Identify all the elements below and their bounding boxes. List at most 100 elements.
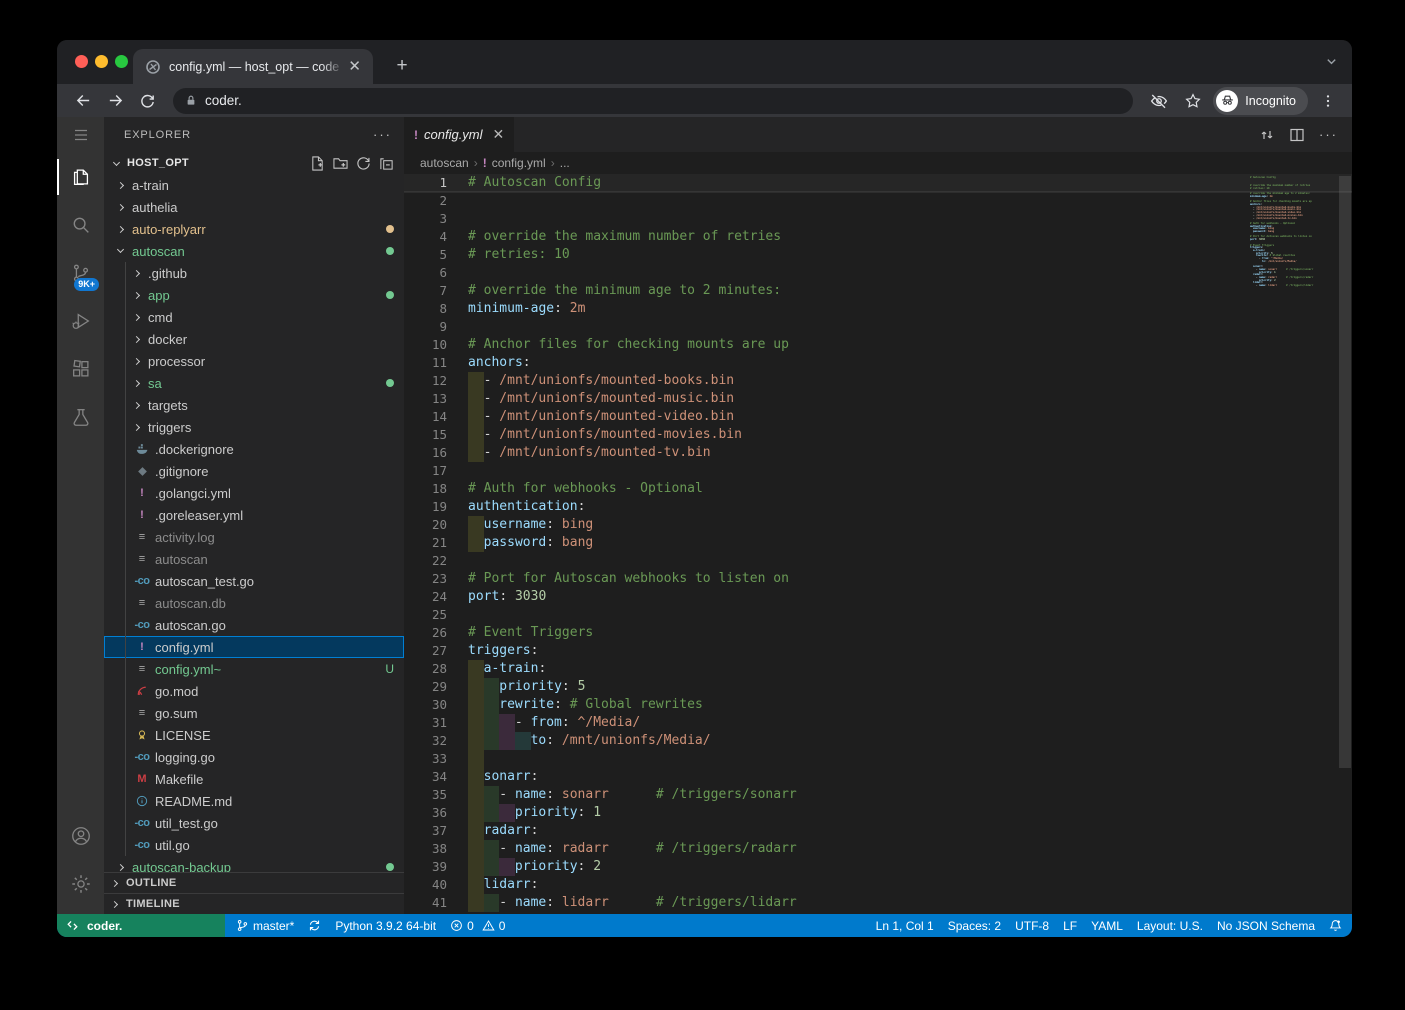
search-activity-icon[interactable] — [57, 201, 104, 249]
tree-item-autoscan[interactable]: autoscan — [104, 240, 404, 262]
open-changes-icon[interactable] — [1259, 127, 1275, 143]
code-line-18[interactable]: 18# Auth for webhooks - Optional — [404, 480, 1352, 498]
explorer-more-actions-icon[interactable]: ··· — [373, 127, 392, 142]
tree-item--golangci-yml[interactable]: !.golangci.yml — [104, 482, 404, 504]
workspace-root-row[interactable]: HOST_OPT — [104, 152, 404, 174]
code-line-26[interactable]: 26# Event Triggers — [404, 624, 1352, 642]
breadcrumb-file[interactable]: config.yml — [492, 156, 546, 170]
code-editor[interactable]: 1# Autoscan Config234# override the maxi… — [404, 174, 1352, 914]
code-line-35[interactable]: 35- name: sonarr # /triggers/sonarr — [404, 786, 1352, 804]
code-line-36[interactable]: 36priority: 1 — [404, 804, 1352, 822]
macos-minimize-button[interactable] — [95, 55, 108, 68]
code-line-19[interactable]: 19authentication: — [404, 498, 1352, 516]
code-line-4[interactable]: 4# override the maximum number of retrie… — [404, 228, 1352, 246]
code-line-24[interactable]: 24port: 3030 — [404, 588, 1352, 606]
extensions-activity-icon[interactable] — [57, 345, 104, 393]
encoding-status[interactable]: UTF-8 — [1008, 914, 1056, 937]
code-line-31[interactable]: 31- from: ^/Media/ — [404, 714, 1352, 732]
tree-item-authelia[interactable]: authelia — [104, 196, 404, 218]
remote-indicator[interactable]: coder. — [57, 914, 225, 937]
breadcrumb-more[interactable]: ... — [560, 156, 570, 170]
keyboard-layout-status[interactable]: Layout: U.S. — [1130, 914, 1210, 937]
code-line-1[interactable]: 1# Autoscan Config — [404, 174, 1352, 192]
tree-item-util-test-go[interactable]: -coutil_test.go — [104, 812, 404, 834]
browser-menu-icon[interactable] — [1314, 87, 1342, 115]
tree-item-readme-md[interactable]: README.md — [104, 790, 404, 812]
tree-item-app[interactable]: app — [104, 284, 404, 306]
eol-status[interactable]: LF — [1056, 914, 1084, 937]
breadcrumb-folder[interactable]: autoscan — [420, 156, 469, 170]
code-line-3[interactable]: 3 — [404, 210, 1352, 228]
code-line-6[interactable]: 6 — [404, 264, 1352, 282]
code-line-22[interactable]: 22 — [404, 552, 1352, 570]
code-line-21[interactable]: 21password: bang — [404, 534, 1352, 552]
problems-status[interactable]: 0 0 — [443, 914, 512, 937]
split-editor-icon[interactable] — [1289, 127, 1305, 143]
code-line-32[interactable]: 32to: /mnt/unionfs/Media/ — [404, 732, 1352, 750]
tree-item-autoscan[interactable]: ≡autoscan — [104, 548, 404, 570]
code-line-25[interactable]: 25 — [404, 606, 1352, 624]
incognito-badge[interactable]: Incognito — [1213, 87, 1308, 115]
tree-item-cmd[interactable]: cmd — [104, 306, 404, 328]
reload-button[interactable] — [133, 87, 161, 115]
code-line-23[interactable]: 23# Port for Autoscan webhooks to listen… — [404, 570, 1352, 588]
code-line-37[interactable]: 37radarr: — [404, 822, 1352, 840]
code-line-38[interactable]: 38- name: radarr # /triggers/radarr — [404, 840, 1352, 858]
editor-scrollbar[interactable] — [1338, 174, 1352, 914]
code-line-29[interactable]: 29priority: 5 — [404, 678, 1352, 696]
code-line-14[interactable]: 14- /mnt/unionfs/mounted-video.bin — [404, 408, 1352, 426]
tree-item--github[interactable]: .github — [104, 262, 404, 284]
tree-item-go-mod[interactable]: go.mod — [104, 680, 404, 702]
code-line-27[interactable]: 27triggers: — [404, 642, 1352, 660]
code-line-2[interactable]: 2 — [404, 192, 1352, 210]
scrollbar-slider[interactable] — [1339, 176, 1351, 768]
tree-item-makefile[interactable]: MMakefile — [104, 768, 404, 790]
code-line-8[interactable]: 8minimum-age: 2m — [404, 300, 1352, 318]
code-line-16[interactable]: 16- /mnt/unionfs/mounted-tv.bin — [404, 444, 1352, 462]
tree-item-autoscan-test-go[interactable]: -coautoscan_test.go — [104, 570, 404, 592]
code-line-5[interactable]: 5# retries: 10 — [404, 246, 1352, 264]
tree-item-license[interactable]: LICENSE — [104, 724, 404, 746]
outline-section-header[interactable]: OUTLINE — [104, 872, 404, 893]
new-folder-icon[interactable] — [333, 156, 348, 171]
indentation-status[interactable]: Spaces: 2 — [941, 914, 1008, 937]
tree-item-activity-log[interactable]: ≡activity.log — [104, 526, 404, 548]
tree-item-go-sum[interactable]: ≡go.sum — [104, 702, 404, 724]
code-line-40[interactable]: 40lidarr: — [404, 876, 1352, 894]
tree-item-autoscan-go[interactable]: -coautoscan.go — [104, 614, 404, 636]
macos-close-button[interactable] — [75, 55, 88, 68]
code-line-10[interactable]: 10# Anchor files for checking mounts are… — [404, 336, 1352, 354]
code-line-9[interactable]: 9 — [404, 318, 1352, 336]
tree-item-targets[interactable]: targets — [104, 394, 404, 416]
code-line-20[interactable]: 20username: bing — [404, 516, 1352, 534]
run-debug-activity-icon[interactable] — [57, 297, 104, 345]
code-line-13[interactable]: 13- /mnt/unionfs/mounted-music.bin — [404, 390, 1352, 408]
forward-button[interactable] — [101, 87, 129, 115]
settings-gear-icon[interactable] — [57, 860, 104, 908]
cursor-position-status[interactable]: Ln 1, Col 1 — [869, 914, 941, 937]
code-line-17[interactable]: 17 — [404, 462, 1352, 480]
tree-item-a-train[interactable]: a-train — [104, 174, 404, 196]
code-line-11[interactable]: 11anchors: — [404, 354, 1352, 372]
code-line-12[interactable]: 12- /mnt/unionfs/mounted-books.bin — [404, 372, 1352, 390]
tree-item--goreleaser-yml[interactable]: !.goreleaser.yml — [104, 504, 404, 526]
tree-item-auto-replyarr[interactable]: auto-replyarr — [104, 218, 404, 240]
tree-item-util-go[interactable]: -coutil.go — [104, 834, 404, 856]
editor-tab-config-yml[interactable]: ! config.yml ✕ — [404, 117, 514, 152]
menu-hamburger-icon[interactable] — [57, 117, 104, 153]
notifications-bell-icon[interactable] — [1322, 914, 1352, 937]
testing-activity-icon[interactable] — [57, 393, 104, 441]
eye-off-icon[interactable] — [1145, 87, 1173, 115]
refresh-icon[interactable] — [356, 156, 371, 171]
code-line-7[interactable]: 7# override the minimum age to 2 minutes… — [404, 282, 1352, 300]
code-line-34[interactable]: 34sonarr: — [404, 768, 1352, 786]
tab-close-icon[interactable]: ✕ — [344, 57, 365, 76]
back-button[interactable] — [69, 87, 97, 115]
bookmark-star-icon[interactable] — [1179, 87, 1207, 115]
tree-item-logging-go[interactable]: -cologging.go — [104, 746, 404, 768]
python-interpreter-status[interactable]: Python 3.9.2 64-bit — [328, 914, 443, 937]
tree-item--gitignore[interactable]: .gitignore — [104, 460, 404, 482]
new-file-icon[interactable] — [310, 156, 325, 171]
sync-status[interactable] — [301, 914, 328, 937]
code-line-15[interactable]: 15- /mnt/unionfs/mounted-movies.bin — [404, 426, 1352, 444]
